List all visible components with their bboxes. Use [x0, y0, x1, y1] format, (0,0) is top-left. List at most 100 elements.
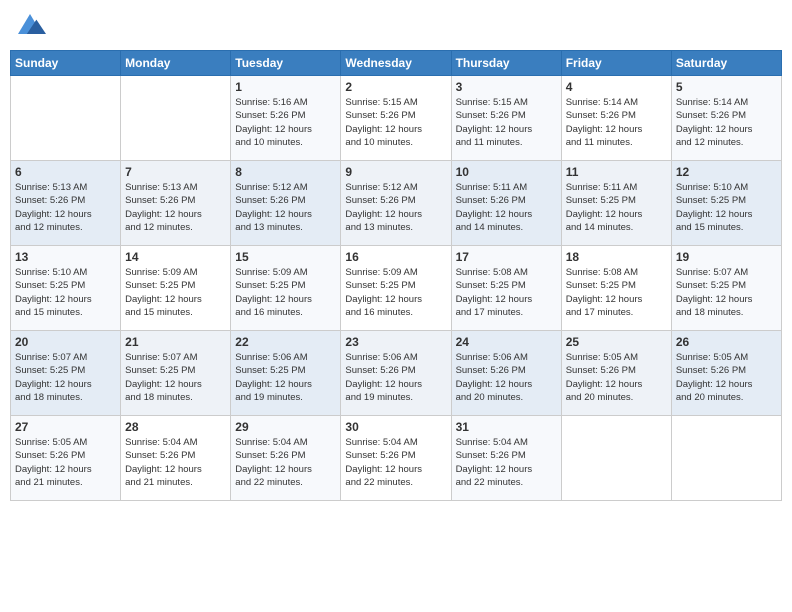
day-info: Sunrise: 5:11 AM Sunset: 5:25 PM Dayligh… [566, 181, 667, 234]
calendar-cell: 2Sunrise: 5:15 AM Sunset: 5:26 PM Daylig… [341, 76, 451, 161]
day-number: 27 [15, 420, 116, 434]
day-number: 17 [456, 250, 557, 264]
calendar-cell: 17 Sunrise: 5:08 AM Sunset: 5:25 PM Dayli… [451, 246, 561, 331]
calendar-cell: 21 Sunrise: 5:07 AM Sunset: 5:25 PM Dayli… [121, 331, 231, 416]
header-friday: Friday [561, 51, 671, 76]
calendar-cell: 7Sunrise: 5:13 AM Sunset: 5:26 PM Daylig… [121, 161, 231, 246]
week-row-2: 6 Sunrise: 5:13 AM Sunset: 5:26 PM Daylig… [11, 161, 782, 246]
day-info: Sunrise: 5:06 AM Sunset: 5:25 PM Dayligh… [235, 351, 336, 404]
calendar-cell: 5Sunrise: 5:14 AM Sunset: 5:26 PM Daylig… [671, 76, 781, 161]
calendar-cell: 4 Sunrise: 5:14 AM Sunset: 5:26 PM Daylig… [561, 76, 671, 161]
week-row-5: 27 Sunrise: 5:05 AM Sunset: 5:26 PM Dayli… [11, 416, 782, 501]
calendar-cell [121, 76, 231, 161]
header-thursday: Thursday [451, 51, 561, 76]
day-info: Sunrise: 5:07 AM Sunset: 5:25 PM Dayligh… [15, 351, 116, 404]
day-info: Sunrise: 5:05 AM Sunset: 5:26 PM Dayligh… [566, 351, 667, 404]
day-info: Sunrise: 5:10 AM Sunset: 5:25 PM Dayligh… [15, 266, 116, 319]
week-row-3: 13 Sunrise: 5:10 AM Sunset: 5:25 PM Dayli… [11, 246, 782, 331]
header-monday: Monday [121, 51, 231, 76]
day-info: Sunrise: 5:08 AM Sunset: 5:25 PM Dayligh… [456, 266, 557, 319]
day-info: Sunrise: 5:05 AM Sunset: 5:26 PM Dayligh… [676, 351, 777, 404]
day-info: Sunrise: 5:16 AM Sunset: 5:26 PM Dayligh… [235, 96, 336, 149]
calendar-cell: 12 Sunrise: 5:10 AM Sunset: 5:25 PM Dayli… [671, 161, 781, 246]
header-wednesday: Wednesday [341, 51, 451, 76]
week-row-1: 1 Sunrise: 5:16 AM Sunset: 5:26 PM Daylig… [11, 76, 782, 161]
calendar-cell: 11Sunrise: 5:11 AM Sunset: 5:25 PM Dayli… [561, 161, 671, 246]
calendar-cell: 9 Sunrise: 5:12 AM Sunset: 5:26 PM Daylig… [341, 161, 451, 246]
day-number: 21 [125, 335, 226, 349]
day-info: Sunrise: 5:07 AM Sunset: 5:25 PM Dayligh… [676, 266, 777, 319]
day-number: 26 [676, 335, 777, 349]
day-number: 23 [345, 335, 446, 349]
day-number: 22 [235, 335, 336, 349]
day-info: Sunrise: 5:11 AM Sunset: 5:26 PM Dayligh… [456, 181, 557, 234]
calendar-cell: 3 Sunrise: 5:15 AM Sunset: 5:26 PM Daylig… [451, 76, 561, 161]
day-info: Sunrise: 5:12 AM Sunset: 5:26 PM Dayligh… [235, 181, 336, 234]
page-header [10, 10, 782, 42]
day-number: 5 [676, 80, 777, 94]
day-number: 15 [235, 250, 336, 264]
day-number: 1 [235, 80, 336, 94]
calendar-cell: 22 Sunrise: 5:06 AM Sunset: 5:25 PM Dayli… [231, 331, 341, 416]
day-number: 30 [345, 420, 446, 434]
day-info: Sunrise: 5:06 AM Sunset: 5:26 PM Dayligh… [456, 351, 557, 404]
day-number: 10 [456, 165, 557, 179]
header-row: SundayMondayTuesdayWednesdayThursdayFrid… [11, 51, 782, 76]
day-number: 3 [456, 80, 557, 94]
day-number: 14 [125, 250, 226, 264]
day-number: 2 [345, 80, 446, 94]
day-info: Sunrise: 5:07 AM Sunset: 5:25 PM Dayligh… [125, 351, 226, 404]
day-info: Sunrise: 5:09 AM Sunset: 5:25 PM Dayligh… [235, 266, 336, 319]
day-number: 8 [235, 165, 336, 179]
day-number: 16 [345, 250, 446, 264]
calendar-cell: 28Sunrise: 5:04 AM Sunset: 5:26 PM Dayli… [121, 416, 231, 501]
day-number: 6 [15, 165, 116, 179]
header-sunday: Sunday [11, 51, 121, 76]
calendar-cell: 16 Sunrise: 5:09 AM Sunset: 5:25 PM Dayli… [341, 246, 451, 331]
day-number: 20 [15, 335, 116, 349]
calendar-cell: 25 Sunrise: 5:05 AM Sunset: 5:26 PM Dayli… [561, 331, 671, 416]
day-info: Sunrise: 5:04 AM Sunset: 5:26 PM Dayligh… [456, 436, 557, 489]
day-info: Sunrise: 5:14 AM Sunset: 5:26 PM Dayligh… [566, 96, 667, 149]
calendar-cell: 19 Sunrise: 5:07 AM Sunset: 5:25 PM Dayli… [671, 246, 781, 331]
day-number: 19 [676, 250, 777, 264]
day-number: 31 [456, 420, 557, 434]
calendar-cell: 13 Sunrise: 5:10 AM Sunset: 5:25 PM Dayli… [11, 246, 121, 331]
day-number: 13 [15, 250, 116, 264]
calendar-cell: 10 Sunrise: 5:11 AM Sunset: 5:26 PM Dayli… [451, 161, 561, 246]
day-number: 7 [125, 165, 226, 179]
day-info: Sunrise: 5:04 AM Sunset: 5:26 PM Dayligh… [125, 436, 226, 489]
calendar-cell: 26 Sunrise: 5:05 AM Sunset: 5:26 PM Dayli… [671, 331, 781, 416]
calendar-cell: 20 Sunrise: 5:07 AM Sunset: 5:25 PM Dayli… [11, 331, 121, 416]
day-info: Sunrise: 5:06 AM Sunset: 5:26 PM Dayligh… [345, 351, 446, 404]
day-number: 9 [345, 165, 446, 179]
calendar-cell [561, 416, 671, 501]
calendar-cell: 1 Sunrise: 5:16 AM Sunset: 5:26 PM Daylig… [231, 76, 341, 161]
day-info: Sunrise: 5:13 AM Sunset: 5:26 PM Dayligh… [15, 181, 116, 234]
calendar-cell: 18Sunrise: 5:08 AM Sunset: 5:25 PM Dayli… [561, 246, 671, 331]
calendar-cell: 15 Sunrise: 5:09 AM Sunset: 5:25 PM Dayli… [231, 246, 341, 331]
calendar-cell: 14 Sunrise: 5:09 AM Sunset: 5:25 PM Dayli… [121, 246, 231, 331]
day-info: Sunrise: 5:12 AM Sunset: 5:26 PM Dayligh… [345, 181, 446, 234]
calendar-cell: 8 Sunrise: 5:12 AM Sunset: 5:26 PM Daylig… [231, 161, 341, 246]
day-number: 12 [676, 165, 777, 179]
day-number: 29 [235, 420, 336, 434]
calendar-table: SundayMondayTuesdayWednesdayThursdayFrid… [10, 50, 782, 501]
day-info: Sunrise: 5:15 AM Sunset: 5:26 PM Dayligh… [456, 96, 557, 149]
day-info: Sunrise: 5:05 AM Sunset: 5:26 PM Dayligh… [15, 436, 116, 489]
calendar-cell: 27 Sunrise: 5:05 AM Sunset: 5:26 PM Dayli… [11, 416, 121, 501]
calendar-cell [671, 416, 781, 501]
day-info: Sunrise: 5:09 AM Sunset: 5:25 PM Dayligh… [125, 266, 226, 319]
calendar-cell [11, 76, 121, 161]
logo [14, 10, 50, 42]
day-number: 25 [566, 335, 667, 349]
day-info: Sunrise: 5:09 AM Sunset: 5:25 PM Dayligh… [345, 266, 446, 319]
calendar-cell: 29Sunrise: 5:04 AM Sunset: 5:26 PM Dayli… [231, 416, 341, 501]
day-info: Sunrise: 5:10 AM Sunset: 5:25 PM Dayligh… [676, 181, 777, 234]
header-saturday: Saturday [671, 51, 781, 76]
calendar-cell: 24Sunrise: 5:06 AM Sunset: 5:26 PM Dayli… [451, 331, 561, 416]
day-number: 4 [566, 80, 667, 94]
day-info: Sunrise: 5:08 AM Sunset: 5:25 PM Dayligh… [566, 266, 667, 319]
calendar-cell: 23 Sunrise: 5:06 AM Sunset: 5:26 PM Dayli… [341, 331, 451, 416]
calendar-cell: 6 Sunrise: 5:13 AM Sunset: 5:26 PM Daylig… [11, 161, 121, 246]
